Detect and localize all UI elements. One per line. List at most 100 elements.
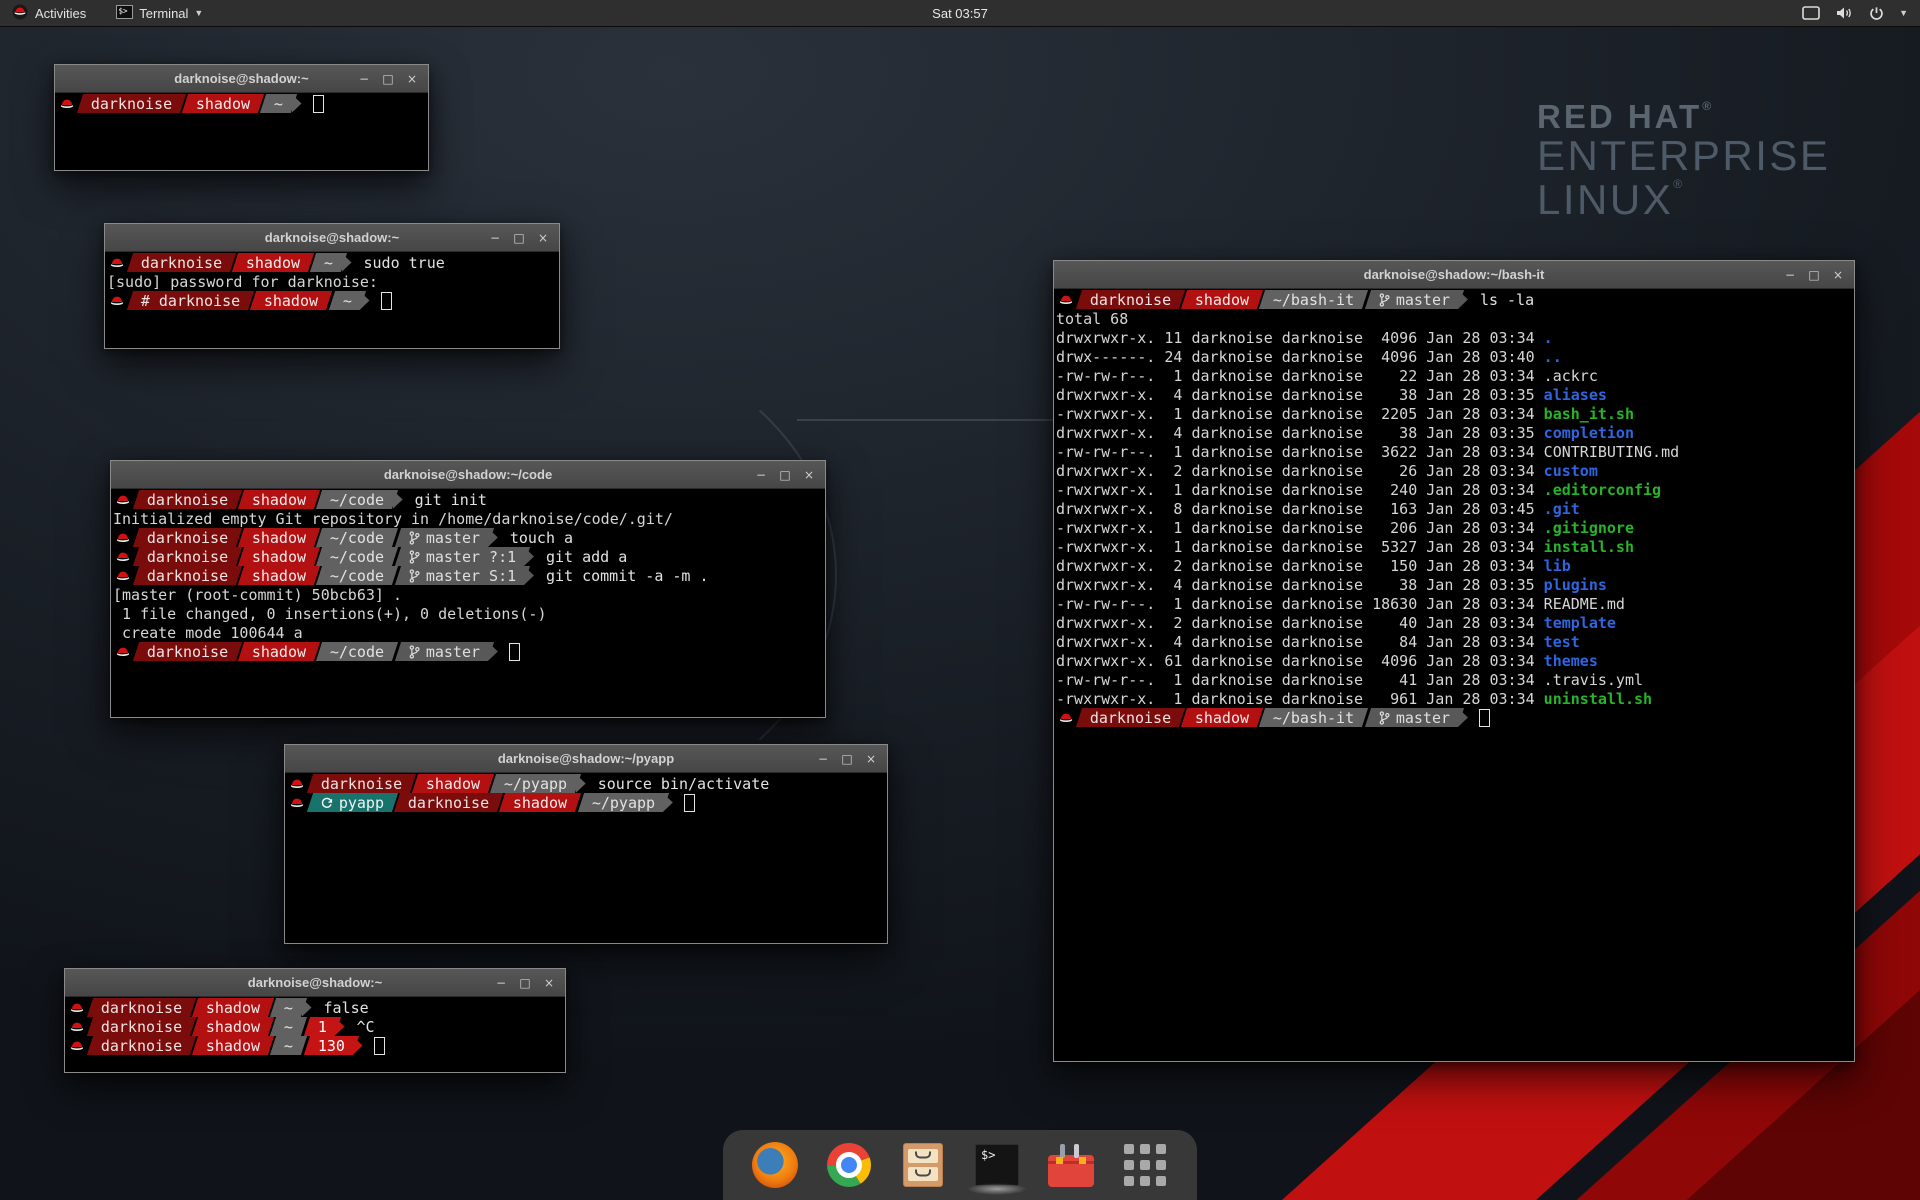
powerline-segment-host: shadow bbox=[499, 793, 581, 812]
dock-item-chrome[interactable] bbox=[825, 1141, 873, 1189]
powerline-segment-path: ~ bbox=[270, 1017, 307, 1036]
powerline-segment-branch: master bbox=[395, 528, 494, 547]
powerline-segment-branch: master bbox=[1365, 708, 1464, 727]
minimize-button[interactable]: − bbox=[814, 750, 832, 768]
terminal-line: drwxrwxr-x. 4 darknoise darknoise 84 Jan… bbox=[1056, 632, 1854, 651]
maximize-button[interactable]: □ bbox=[379, 70, 397, 88]
maximize-button[interactable]: □ bbox=[776, 466, 794, 484]
command-text: false bbox=[324, 999, 369, 1017]
minimize-button[interactable]: − bbox=[1781, 266, 1799, 284]
file-name: install.sh bbox=[1544, 538, 1634, 556]
powerline-segment-user: darknoise bbox=[87, 998, 196, 1017]
powerline-segment-user: darknoise bbox=[1076, 708, 1185, 727]
close-button[interactable]: × bbox=[540, 974, 558, 992]
clock[interactable]: Sat 03:57 bbox=[932, 6, 988, 21]
output-text: 1 file changed, 0 insertions(+), 0 delet… bbox=[113, 605, 546, 623]
terminal-window-bash-it: darknoise@shadow:~/bash-it − □ × darknoi… bbox=[1053, 260, 1855, 1062]
window-title: darknoise@shadow:~ bbox=[265, 230, 399, 245]
file-name: .travis.yml bbox=[1544, 671, 1643, 689]
powerline-segment-host: shadow bbox=[238, 642, 320, 661]
close-button[interactable]: × bbox=[403, 70, 421, 88]
command-text: sudo true bbox=[364, 254, 445, 272]
dock-item-terminal[interactable]: $> bbox=[973, 1141, 1021, 1189]
dock-item-show-applications[interactable] bbox=[1121, 1141, 1169, 1189]
maximize-button[interactable]: □ bbox=[516, 974, 534, 992]
command-text: touch a bbox=[510, 529, 573, 547]
dock-item-firefox[interactable] bbox=[751, 1141, 799, 1189]
screen-icon bbox=[1802, 6, 1820, 20]
terminal-line: darknoiseshadow~/codemaster S:1git commi… bbox=[113, 566, 825, 585]
close-button[interactable]: × bbox=[800, 466, 818, 484]
terminal-line: darknoiseshadow~/bash-itmaster bbox=[1056, 708, 1854, 727]
window-titlebar[interactable]: darknoise@shadow:~/code − □ × bbox=[111, 461, 825, 489]
close-button[interactable]: × bbox=[862, 750, 880, 768]
powerline-segment-user: darknoise bbox=[127, 253, 236, 272]
minimize-button[interactable]: − bbox=[486, 229, 504, 247]
caret-down-icon: ▼ bbox=[194, 8, 203, 18]
terminal-line: darknoiseshadow~sudo true bbox=[107, 253, 559, 272]
terminal-line: -rw-rw-r--. 1 darknoise darknoise 3622 J… bbox=[1056, 442, 1854, 461]
terminal-window-exitcodes: darknoise@shadow:~ − □ × darknoiseshadow… bbox=[64, 968, 566, 1073]
window-titlebar[interactable]: darknoise@shadow:~/bash-it − □ × bbox=[1054, 261, 1854, 289]
rhel-branding: RED HAT® ENTERPRISE LINUX® bbox=[1537, 100, 1830, 222]
app-menu-label: Terminal bbox=[139, 6, 188, 21]
powerline-segment-path: ~/code bbox=[316, 642, 398, 661]
terminal-line: drwxrwxr-x. 2 darknoise darknoise 26 Jan… bbox=[1056, 461, 1854, 480]
terminal-content[interactable]: darknoiseshadow~sudo true[sudo] password… bbox=[105, 252, 559, 310]
top-bar: Activities $> Terminal ▼ Sat 03:57 ▼ bbox=[0, 0, 1920, 27]
activities-button[interactable]: Activities bbox=[0, 0, 98, 26]
minimize-button[interactable]: − bbox=[752, 466, 770, 484]
ls-row-meta: drwxrwxr-x. 4 darknoise darknoise 84 Jan… bbox=[1056, 633, 1544, 651]
terminal-line: darknoiseshadow~/codemaster ?:1git add a bbox=[113, 547, 825, 566]
terminal-content[interactable]: darknoiseshadow~/codegit initInitialized… bbox=[111, 489, 825, 661]
minimize-button[interactable]: − bbox=[355, 70, 373, 88]
dock: $> bbox=[723, 1130, 1197, 1200]
terminal-cursor bbox=[509, 643, 520, 661]
terminal-line: darknoiseshadow~1^C bbox=[67, 1017, 565, 1036]
window-title: darknoise@shadow:~/pyapp bbox=[498, 751, 674, 766]
registered-mark: ® bbox=[1702, 99, 1714, 113]
app-menu-terminal[interactable]: $> Terminal ▼ bbox=[106, 0, 213, 26]
close-button[interactable]: × bbox=[1829, 266, 1847, 284]
ls-row-meta: drwxrwxr-x. 4 darknoise darknoise 38 Jan… bbox=[1056, 576, 1544, 594]
window-titlebar[interactable]: darknoise@shadow:~ − □ × bbox=[105, 224, 559, 252]
maximize-button[interactable]: □ bbox=[1805, 266, 1823, 284]
terminal-cursor bbox=[1479, 709, 1490, 727]
git-branch-icon bbox=[1379, 293, 1390, 307]
window-titlebar[interactable]: darknoise@shadow:~ − □ × bbox=[55, 65, 428, 93]
window-titlebar[interactable]: darknoise@shadow:~ − □ × bbox=[65, 969, 565, 997]
powerline-segment-host: shadow bbox=[238, 528, 320, 547]
ls-row-meta: drwxrwxr-x. 4 darknoise darknoise 38 Jan… bbox=[1056, 386, 1544, 404]
terminal-line: -rwxrwxr-x. 1 darknoise darknoise 206 Ja… bbox=[1056, 518, 1854, 537]
powerline-segment-host: shadow bbox=[1181, 708, 1263, 727]
maximize-button[interactable]: □ bbox=[510, 229, 528, 247]
powerline-segment-branch: master bbox=[395, 642, 494, 661]
maximize-button[interactable]: □ bbox=[838, 750, 856, 768]
minimize-button[interactable]: − bbox=[492, 974, 510, 992]
ls-row-meta: drwxrwxr-x. 61 darknoise darknoise 4096 … bbox=[1056, 652, 1544, 670]
python-venv-icon bbox=[321, 797, 333, 809]
terminal-content[interactable]: darknoiseshadow~ bbox=[55, 93, 428, 113]
window-title: darknoise@shadow:~ bbox=[174, 71, 308, 86]
terminal-window-sudo: darknoise@shadow:~ − □ × darknoiseshadow… bbox=[104, 223, 560, 349]
terminal-cursor bbox=[684, 794, 695, 812]
close-button[interactable]: × bbox=[534, 229, 552, 247]
branding-line3: LINUX bbox=[1537, 176, 1673, 223]
terminal-content[interactable]: darknoise shadow~ falsedarknoiseshadow~1^C… bbox=[65, 997, 565, 1055]
window-title: darknoise@shadow:~/code bbox=[384, 467, 552, 482]
powerline-segment-host: shadow bbox=[192, 1036, 274, 1055]
terminal-content[interactable]: darknoiseshadow~/bash-itmaster ls -la tota… bbox=[1054, 289, 1854, 727]
output-text: total 68 bbox=[1056, 310, 1128, 328]
dock-item-files[interactable] bbox=[899, 1141, 947, 1189]
powerline-segment-status: 130 bbox=[303, 1036, 358, 1055]
command-text: ls -la bbox=[1480, 291, 1534, 309]
dock-item-toolbox[interactable] bbox=[1047, 1141, 1095, 1189]
system-status-area[interactable]: ▼ bbox=[1802, 0, 1920, 26]
terminal-content[interactable]: darknoiseshadow~/pyappsource bin/activat… bbox=[285, 773, 887, 812]
terminal-cursor bbox=[313, 95, 324, 113]
window-titlebar[interactable]: darknoise@shadow:~/pyapp − □ × bbox=[285, 745, 887, 773]
file-name: custom bbox=[1544, 462, 1598, 480]
file-name: template bbox=[1544, 614, 1616, 632]
terminal-window-code: darknoise@shadow:~/code − □ × darknoises… bbox=[110, 460, 826, 718]
ls-row-meta: drwxrwxr-x. 2 darknoise darknoise 150 Ja… bbox=[1056, 557, 1544, 575]
